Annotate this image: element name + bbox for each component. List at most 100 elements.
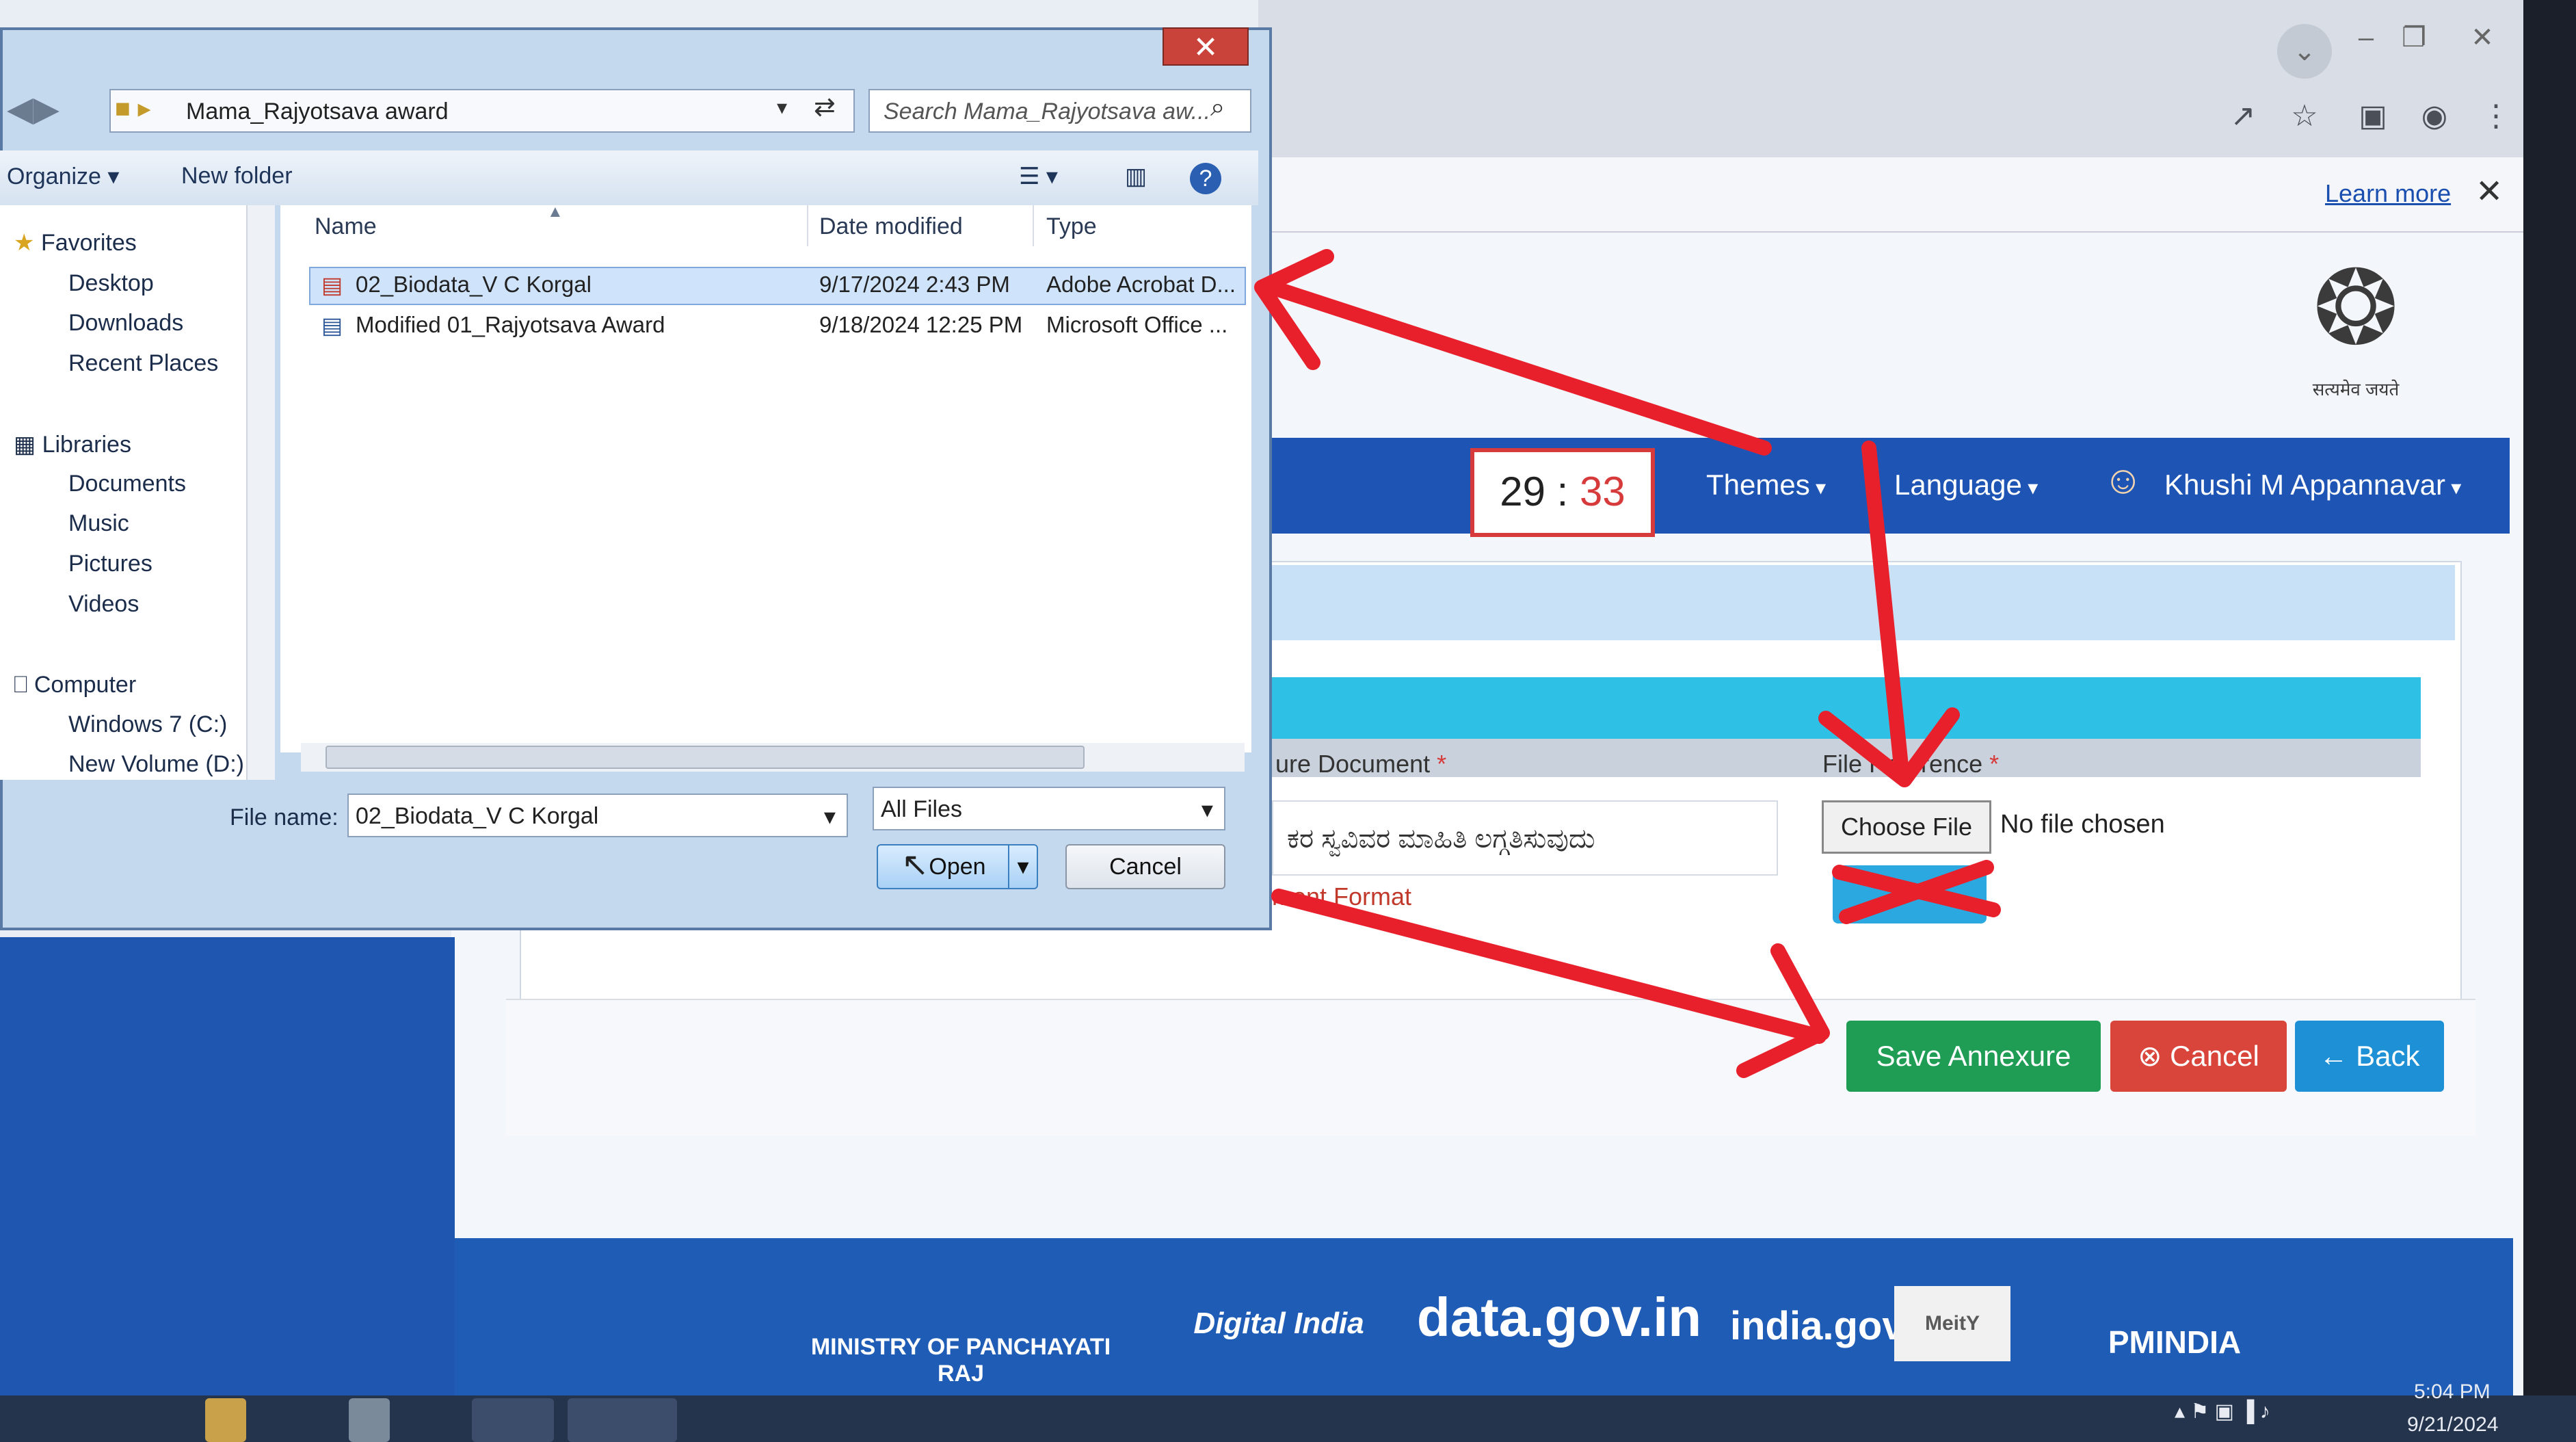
learn-more-link[interactable]: Learn more <box>2325 179 2451 208</box>
national-emblem: ❂ सत्यमेव जयते <box>2298 239 2414 424</box>
refresh-icon[interactable]: ⇄ <box>814 92 836 122</box>
taskbar-chrome-icon[interactable] <box>472 1398 554 1442</box>
logo-india-gov[interactable]: india.gov.in <box>1730 1303 1948 1349</box>
scan-button[interactable] <box>1833 865 1987 923</box>
mouse-cursor-icon: ↖ <box>901 847 929 883</box>
search-input[interactable]: Search Mama_Rajyotsava aw... <box>868 89 1251 133</box>
timer-colon: : <box>1556 469 1569 514</box>
libraries-header[interactable]: ▦ Libraries <box>14 431 131 458</box>
browser-toolbar <box>1258 0 2523 157</box>
logo-digital-india[interactable]: Digital India <box>1176 1307 1381 1341</box>
panel-header <box>1258 565 2455 640</box>
taskbar-explorer-icon[interactable] <box>205 1398 246 1442</box>
language-menu[interactable]: Language <box>1894 469 2038 501</box>
timer-minutes: 29 <box>1500 469 1545 514</box>
taskbar-app-icon[interactable] <box>349 1398 390 1442</box>
save-annexure-button[interactable]: Save Annexure <box>1846 1021 2101 1092</box>
back-forward-icon[interactable]: ◀▶ <box>7 89 89 133</box>
nav-item-recent-places[interactable]: Recent Places <box>68 350 218 377</box>
themes-menu[interactable]: Themes <box>1706 469 1826 501</box>
nav-item-downloads[interactable]: Downloads <box>68 310 183 337</box>
favorites-header[interactable]: ★ Favorites <box>14 229 137 257</box>
view-options-icon[interactable]: ☰ ▾ <box>1019 163 1058 190</box>
search-icon: ⌕ <box>1210 93 1225 122</box>
infobar-close-icon[interactable]: ✕ <box>2475 172 2503 211</box>
address-dropdown-icon[interactable]: ▾ <box>777 96 787 120</box>
dialog-close-button[interactable]: ✕ <box>1163 27 1249 66</box>
menu-kebab-icon[interactable]: ⋮ <box>2475 96 2517 137</box>
back-button[interactable]: ← Back <box>2295 1021 2444 1092</box>
computer-header[interactable]: ⎕ Computer <box>14 672 136 698</box>
logo-data-gov[interactable]: data.gov.in <box>1416 1286 1703 1349</box>
scrollbar-thumb[interactable] <box>326 746 1085 769</box>
clock-time[interactable]: 5:04 PM <box>2414 1380 2491 1404</box>
logo-meity[interactable]: MeitY <box>1894 1286 2010 1361</box>
column-name[interactable]: Name <box>315 213 377 240</box>
restore-icon[interactable]: ❐ <box>2393 21 2434 55</box>
file-type-value: All Files <box>881 796 963 822</box>
file-date: 9/18/2024 12:25 PM <box>819 312 1023 337</box>
emblem-icon: ❂ <box>2313 250 2399 365</box>
file-date: 9/17/2024 2:43 PM <box>819 272 1010 297</box>
organize-menu[interactable]: Organize ▾ <box>7 163 119 190</box>
libraries-label: Libraries <box>42 432 131 458</box>
address-bar[interactable]: Mama_Rajyotsava award <box>109 89 855 133</box>
nav-scrollbar[interactable] <box>246 205 275 780</box>
choose-file-button[interactable]: Choose File <box>1822 800 1991 854</box>
nav-item-documents[interactable]: Documents <box>68 471 186 497</box>
logo-pmindia[interactable]: PMINDIA <box>2099 1324 2250 1361</box>
file-type: Adobe Acrobat D... <box>1046 272 1236 297</box>
taskbar-word-icon[interactable] <box>568 1398 677 1442</box>
file-name[interactable]: 02_Biodata_V C Korgal <box>356 272 592 298</box>
nav-item-volume-d[interactable]: New Volume (D:) <box>68 751 244 778</box>
tray-icons[interactable]: ▴ ⚑ ▣ ▐ ♪ <box>2175 1400 2270 1424</box>
tab-search-icon[interactable]: ⌄ <box>2277 24 2332 79</box>
column-separator[interactable] <box>807 205 808 246</box>
timer-seconds: 33 <box>1580 469 1625 514</box>
nav-item-windows-c[interactable]: Windows 7 (C:) <box>68 711 227 738</box>
logo-panchayati-raj[interactable]: MINISTRY OF PANCHAYATI RAJ <box>800 1334 1121 1387</box>
nav-item-music[interactable]: Music <box>68 510 129 537</box>
star-icon: ★ <box>14 230 35 256</box>
format-hint: ment Format <box>1272 882 1412 910</box>
new-folder-button[interactable]: New folder <box>181 163 293 189</box>
open-split-arrow-icon[interactable]: ▾ <box>1008 845 1037 888</box>
profile-icon[interactable]: ◉ <box>2414 96 2455 137</box>
bookmark-star-icon[interactable]: ☆ <box>2284 96 2325 137</box>
word-icon: ▤ <box>321 313 343 338</box>
nav-item-videos[interactable]: Videos <box>68 591 139 618</box>
required-mark: * <box>1989 750 2000 778</box>
nav-item-pictures[interactable]: Pictures <box>68 551 152 577</box>
file-type-select[interactable]: All Files ▾ <box>873 787 1225 830</box>
file-name[interactable]: Modified 01_Rajyotsava Award <box>356 312 665 338</box>
computer-label: Computer <box>34 672 137 698</box>
document-name-field[interactable]: ಕರ ಸ್ವವಿವರ ಮಾಹಿತಿ ಲಗ್ಗತಿಸುವುದು <box>1272 800 1778 876</box>
organize-label: Organize <box>7 163 101 189</box>
help-icon[interactable]: ? <box>1190 163 1221 194</box>
cancel-circle-icon: ⊗ <box>2138 1040 2170 1072</box>
nav-item-desktop[interactable]: Desktop <box>68 270 154 297</box>
emblem-caption: सत्यमेव जयते <box>2312 379 2400 399</box>
cancel-label: Cancel <box>2170 1040 2259 1072</box>
file-name-input[interactable]: 02_Biodata_V C Korgal ▾ <box>347 794 848 837</box>
favorites-label: Favorites <box>40 230 137 256</box>
file-reference-label-text: File Reference <box>1822 750 1983 778</box>
clock-date[interactable]: 9/21/2024 <box>2407 1413 2498 1437</box>
file-name-dropdown-icon[interactable]: ▾ <box>824 803 836 830</box>
section-bar <box>1272 677 2421 739</box>
share-icon[interactable]: ↗ <box>2222 96 2263 137</box>
user-menu[interactable]: Khushi M Appannavar <box>2164 469 2461 501</box>
side-panel-icon[interactable]: ▣ <box>2352 96 2393 137</box>
cancel-button[interactable]: ⊗ Cancel <box>2110 1021 2287 1092</box>
dialog-cancel-button[interactable]: Cancel <box>1065 844 1225 889</box>
preview-pane-icon[interactable]: ▥ <box>1125 163 1147 190</box>
column-separator[interactable] <box>1033 205 1034 246</box>
close-window-icon[interactable]: ✕ <box>2462 21 2503 55</box>
column-type[interactable]: Type <box>1046 213 1097 240</box>
column-date-modified[interactable]: Date modified <box>819 213 963 240</box>
desktop-background <box>0 937 455 1395</box>
sort-arrow-icon: ▲ <box>547 202 563 221</box>
file-name-value: 02_Biodata_V C Korgal <box>356 803 599 829</box>
minimize-icon[interactable]: – <box>2346 21 2387 55</box>
libraries-icon: ▦ <box>14 432 36 458</box>
